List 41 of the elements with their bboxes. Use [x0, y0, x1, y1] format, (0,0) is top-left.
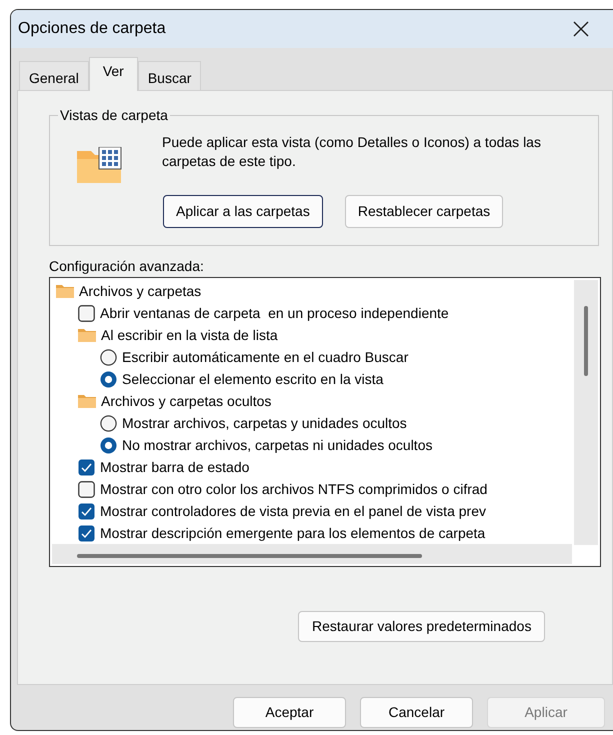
setting-label: No mostrar archivos, carpetas ni unidades ocultos [122, 436, 432, 455]
advanced-settings-label: Configuración avanzada: [49, 257, 204, 276]
setting-label: Abrir ventanas de carpeta en un proceso independiente [100, 304, 449, 323]
dialog-button[interactable]: Cancelar [360, 697, 473, 728]
folder-icon [78, 328, 96, 342]
folder-icon [78, 394, 96, 408]
setting-label: Mostrar archivos, carpetas y unidades ocultos [122, 414, 407, 433]
tab[interactable]: General [19, 61, 89, 90]
checkbox[interactable] [78, 524, 95, 542]
scroll-thumb[interactable] [584, 306, 588, 376]
horizontal-scrollbar[interactable] [52, 544, 572, 564]
folder-view-button[interactable]: Aplicar a las carpetas [163, 195, 323, 228]
folder-view-icon [75, 147, 123, 185]
checkbox[interactable] [78, 458, 95, 476]
setting-label: Archivos y carpetas ocultos [101, 392, 272, 411]
checkbox[interactable] [78, 502, 95, 520]
setting-label: Mostrar barra de estado [100, 458, 250, 476]
description-text: Puede aplicar esta vista (como Detalles o Iconos) a todas las carpetas de este tipo. [162, 133, 542, 171]
setting-label: Al escribir en la vista de lista [101, 326, 278, 344]
radio-button[interactable] [100, 436, 117, 454]
close-icon[interactable] [573, 21, 589, 37]
setting-label: Escribir automáticamente en el cuadro Buscar [122, 348, 408, 366]
radio-button[interactable] [100, 414, 117, 432]
radio-button[interactable] [100, 370, 117, 388]
dialog-button[interactable]: Aceptar [233, 697, 346, 728]
folder-view-button[interactable]: Restablecer carpetas [344, 195, 504, 228]
setting-label: Archivos y carpetas [79, 282, 202, 301]
checkbox[interactable] [78, 480, 95, 498]
setting-label: Mostrar con otro color los archivos NTFS comprimidos o cifrad [100, 480, 488, 499]
vertical-scrollbar[interactable] [574, 280, 598, 545]
checkbox[interactable] [78, 304, 95, 322]
folder-icon [56, 284, 74, 298]
radio-button[interactable] [100, 348, 117, 366]
setting-label: Mostrar controladores de vista previa en el panel de vista prev [100, 502, 486, 521]
tab[interactable]: Ver [88, 57, 138, 91]
window-title: Opciones de carpeta [18, 19, 166, 39]
setting-label: Seleccionar el elemento escrito en la vista [122, 370, 384, 388]
restore-defaults-button[interactable]: Restaurar valores predeterminados [298, 611, 546, 642]
scroll-thumb[interactable] [77, 554, 422, 558]
tab[interactable]: Buscar [138, 61, 202, 90]
setting-label: Mostrar descripción emergente para los elementos de carpeta [100, 524, 486, 543]
